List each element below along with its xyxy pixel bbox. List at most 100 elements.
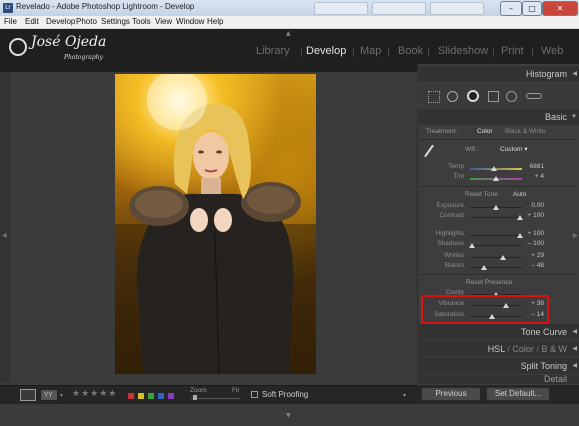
- module-print[interactable]: Print: [501, 45, 524, 57]
- temp-value[interactable]: 6881: [518, 163, 544, 170]
- adjustment-brush-icon[interactable]: [526, 93, 542, 99]
- treatment-bw-option[interactable]: Black & White: [505, 128, 545, 135]
- collapse-right-panel-icon[interactable]: ▶: [573, 232, 578, 239]
- identity-plate-name: José Ojeda: [31, 34, 107, 50]
- shadows-slider-track[interactable]: [470, 245, 522, 246]
- crop-tool-icon[interactable]: [428, 91, 440, 103]
- reset-tone-button[interactable]: Reset Tone: [465, 191, 498, 198]
- panel-toggle-icon: ◀: [572, 329, 577, 335]
- color-label-swatch[interactable]: [148, 393, 154, 399]
- highlights-slider-track[interactable]: [470, 235, 522, 236]
- zoom-slider-track[interactable]: [190, 398, 240, 399]
- divider: [419, 274, 577, 275]
- panel-header-split-toning[interactable]: Split Toning ◀: [417, 358, 579, 374]
- before-after-dropdown-icon[interactable]: ▾: [60, 392, 63, 399]
- color-label-swatch[interactable]: [128, 393, 134, 399]
- highlights-label: Highlights: [435, 230, 464, 237]
- temp-slider-thumb[interactable]: [491, 166, 498, 171]
- panel-header-hsl[interactable]: HSL / Color / B & W ◀: [417, 341, 579, 357]
- panel-toggle-icon: ◀: [572, 71, 577, 77]
- identity-plate-logo-icon: [9, 38, 27, 56]
- exposure-slider-thumb[interactable]: [493, 205, 499, 210]
- menu-develop[interactable]: Develop: [46, 17, 75, 26]
- menu-view[interactable]: View: [155, 17, 172, 26]
- rating-stars[interactable]: ★★★★★: [72, 389, 117, 399]
- loupe-view-button[interactable]: [20, 389, 36, 401]
- menu-photo[interactable]: Photo: [76, 17, 97, 26]
- blacks-slider-thumb[interactable]: [480, 265, 487, 270]
- contrast-value[interactable]: + 100: [518, 212, 544, 219]
- module-slideshow[interactable]: Slideshow: [438, 45, 488, 57]
- zoom-label: Zoom: [190, 387, 207, 394]
- module-separator: |: [427, 48, 431, 58]
- exposure-value[interactable]: 0.00: [518, 202, 544, 209]
- treatment-color-option[interactable]: Color: [477, 128, 493, 135]
- window-title: Revelado - Adobe Photoshop Lightroom - D…: [16, 2, 195, 11]
- whites-slider-thumb[interactable]: [500, 255, 507, 260]
- panel-header-basic[interactable]: Basic ▼: [417, 109, 579, 125]
- app-icon: Lr: [3, 3, 13, 13]
- contrast-slider-track[interactable]: [470, 217, 522, 218]
- reset-presence-button[interactable]: Reset Presence: [466, 279, 512, 286]
- whites-value[interactable]: + 29: [518, 252, 544, 259]
- menu-help[interactable]: Help: [207, 17, 223, 26]
- panel-header-detail[interactable]: Detail: [417, 375, 579, 384]
- shadows-value[interactable]: – 100: [518, 240, 544, 247]
- module-develop[interactable]: Develop: [306, 45, 346, 57]
- color-label-swatch[interactable]: [168, 393, 174, 399]
- tint-value[interactable]: + 4: [518, 173, 544, 180]
- auto-tone-button[interactable]: Auto: [513, 191, 526, 198]
- soft-proofing-checkbox[interactable]: [251, 391, 258, 398]
- shadows-label: Shadows: [437, 240, 464, 247]
- panel-toggle-icon: ▼: [571, 114, 577, 120]
- previous-button[interactable]: Previous: [421, 387, 481, 401]
- before-after-view-button[interactable]: YY: [40, 389, 58, 401]
- panel-header-tone-curve[interactable]: Tone Curve ◀: [417, 324, 579, 340]
- treatment-label: Treatment :: [426, 128, 459, 135]
- minimize-button[interactable]: –: [500, 1, 522, 16]
- zoom-slider-thumb[interactable]: [193, 395, 197, 400]
- menu-settings[interactable]: Settings: [101, 17, 130, 26]
- menu-file[interactable]: File: [4, 17, 17, 26]
- blacks-value[interactable]: – 48: [518, 262, 544, 269]
- temp-label: Temp: [448, 163, 464, 170]
- color-label-swatch[interactable]: [138, 393, 144, 399]
- panel-header-histogram[interactable]: Histogram ◀: [417, 66, 579, 82]
- set-default-button[interactable]: Set Default...: [486, 387, 550, 401]
- red-eye-icon[interactable]: [467, 90, 479, 102]
- module-web[interactable]: Web: [541, 45, 563, 57]
- highlights-value[interactable]: + 100: [518, 230, 544, 237]
- expand-left-panel-icon[interactable]: ◀: [2, 232, 7, 239]
- collapse-top-panel-icon[interactable]: ▲: [286, 30, 291, 37]
- wb-label: WB :: [465, 146, 480, 153]
- module-book[interactable]: Book: [398, 45, 423, 57]
- module-separator: |: [387, 48, 391, 58]
- menu-bar: File Edit Develop Photo Settings Tools V…: [0, 16, 579, 29]
- menu-window[interactable]: Window: [176, 17, 204, 26]
- module-map[interactable]: Map: [360, 45, 381, 57]
- blacks-slider-track[interactable]: [470, 267, 522, 268]
- radial-filter-icon[interactable]: [506, 91, 517, 102]
- wb-preset-select[interactable]: Custom ▾: [500, 145, 527, 153]
- module-library[interactable]: Library: [256, 45, 290, 57]
- module-separator: |: [531, 48, 535, 58]
- expand-filmstrip-icon[interactable]: ▼: [286, 412, 291, 419]
- menu-tools[interactable]: Tools: [132, 17, 151, 26]
- whites-slider-track[interactable]: [470, 257, 522, 258]
- menu-edit[interactable]: Edit: [25, 17, 39, 26]
- divider: [419, 139, 577, 140]
- shadows-slider-thumb[interactable]: [469, 243, 476, 248]
- spot-removal-icon[interactable]: [447, 91, 458, 102]
- photo-preview[interactable]: [115, 74, 316, 374]
- toolbar-options-icon[interactable]: ▾: [403, 392, 406, 399]
- tint-slider-thumb[interactable]: [493, 176, 499, 181]
- close-button[interactable]: ✕: [542, 1, 578, 16]
- maximize-button[interactable]: □: [522, 1, 542, 16]
- module-separator: |: [352, 48, 356, 58]
- left-panel-collapsed: [0, 72, 10, 382]
- module-separator: |: [300, 48, 304, 58]
- zoom-fit-value[interactable]: Fit: [232, 387, 239, 394]
- color-label-swatch[interactable]: [158, 393, 164, 399]
- exposure-label: Exposure: [436, 202, 464, 209]
- graduated-filter-icon[interactable]: [488, 91, 499, 102]
